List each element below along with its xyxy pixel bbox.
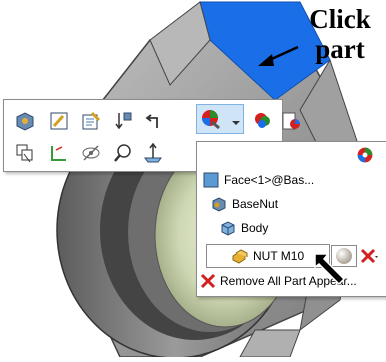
zoom-selection-icon[interactable] <box>112 142 134 164</box>
graphics-area: Click part Face<1>@Bas... BaseNut Body N… <box>0 0 386 359</box>
menu-appearance-icon <box>356 146 374 164</box>
callout-text: Click part <box>296 4 384 64</box>
menu-item-basenut[interactable]: BaseNut <box>211 193 371 215</box>
normal-to-icon[interactable] <box>142 142 164 164</box>
menu-item-label: BaseNut <box>232 197 279 211</box>
menu-item-label: Body <box>241 221 269 235</box>
appearance-doc-icon[interactable] <box>280 110 302 132</box>
dropdown-arrow-icon[interactable] <box>230 112 242 134</box>
remove-all-part-appearances-item[interactable]: Remove All Part Appear... <box>198 270 384 294</box>
appearance-ball-icon[interactable] <box>252 110 274 132</box>
sketch-plane-icon[interactable] <box>48 142 70 164</box>
callout-line-1: Click <box>309 4 371 34</box>
edit-part-icon[interactable] <box>80 110 102 132</box>
remove-x-icon <box>200 273 216 289</box>
body-icon <box>220 220 236 236</box>
menu-item-face[interactable]: Face<1>@Bas... <box>203 169 373 191</box>
cursor-arrow-icon <box>314 253 346 286</box>
edit-sketch-icon[interactable] <box>48 110 70 132</box>
return-arrow-icon[interactable] <box>142 110 164 132</box>
sort-order-icon[interactable] <box>112 110 134 132</box>
part-icon <box>211 196 227 212</box>
callout-line-2: part <box>315 34 365 64</box>
appearance-cube-icon[interactable] <box>14 110 36 132</box>
hide-eye-icon[interactable] <box>80 142 102 164</box>
remove-appearance-icon[interactable] <box>359 247 379 267</box>
menu-item-label: NUT M10 <box>253 249 305 263</box>
appearance-color-icon[interactable] <box>200 108 222 130</box>
face-icon <box>203 172 219 188</box>
hide-show-components-icon[interactable] <box>14 142 36 164</box>
feature-icon <box>232 248 248 264</box>
menu-item-body[interactable]: Body <box>220 217 370 239</box>
menu-item-label: Face<1>@Bas... <box>224 173 315 187</box>
